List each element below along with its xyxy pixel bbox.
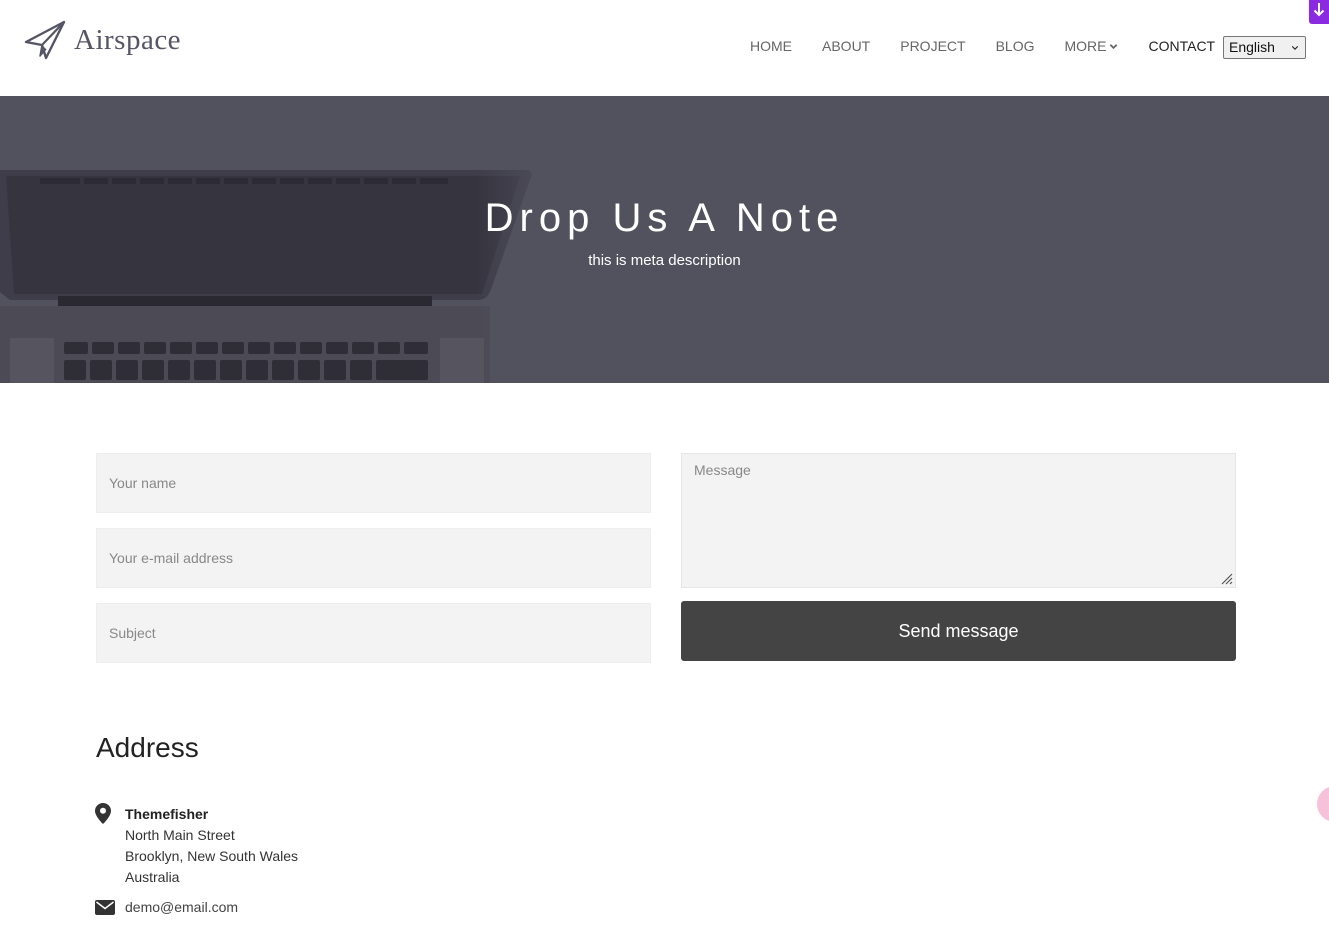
- nav-blog[interactable]: BLOG: [996, 38, 1035, 54]
- subject-input[interactable]: Subject: [96, 603, 651, 663]
- hero-title: Drop Us A Note: [484, 196, 845, 240]
- nav-contact[interactable]: CONTACT: [1148, 38, 1215, 54]
- map-pin-icon: [95, 803, 111, 824]
- select-chevron-icon: [1291, 46, 1299, 50]
- address-line-2: Brooklyn, New South Wales: [125, 848, 298, 864]
- corner-scroll-button[interactable]: [1309, 0, 1329, 24]
- paper-plane-icon: [24, 20, 66, 60]
- nav-project[interactable]: PROJECT: [900, 38, 965, 54]
- main-nav: HOME ABOUT PROJECT BLOG MORE CONTACT: [750, 38, 1245, 54]
- nav-more[interactable]: MORE: [1064, 38, 1118, 54]
- email-input[interactable]: Your e-mail address: [96, 528, 651, 588]
- nav-about[interactable]: ABOUT: [822, 38, 870, 54]
- hero-banner: Drop Us A Note this is meta description: [0, 96, 1329, 383]
- language-select[interactable]: English: [1223, 36, 1306, 59]
- brand-name: Airspace: [74, 23, 182, 56]
- send-message-button[interactable]: Send message: [681, 601, 1236, 661]
- envelope-icon: [95, 900, 115, 915]
- message-placeholder: Message: [694, 462, 751, 478]
- hero-subtitle: this is meta description: [588, 252, 741, 269]
- address-heading: Address: [96, 732, 199, 763]
- address-company: Themefisher: [125, 806, 209, 822]
- chevron-down-icon: [1110, 43, 1118, 49]
- language-select-value: English: [1229, 39, 1275, 55]
- name-input[interactable]: Your name: [96, 453, 651, 513]
- brand-logo[interactable]: Airspace: [24, 18, 181, 62]
- address-line-3: Australia: [125, 869, 180, 885]
- address-line-1: North Main Street: [125, 827, 235, 843]
- floating-chat-button[interactable]: [1317, 786, 1329, 822]
- nav-more-label: MORE: [1064, 38, 1107, 54]
- resize-grip-icon[interactable]: [1219, 571, 1233, 585]
- message-textarea[interactable]: Message: [681, 453, 1236, 588]
- nav-home[interactable]: HOME: [750, 38, 792, 54]
- site-header: Airspace HOME ABOUT PROJECT BLOG MORE CO…: [0, 0, 1329, 96]
- address-block: Themefisher North Main Street Brooklyn, …: [125, 804, 298, 888]
- arrow-down-icon: [1313, 3, 1325, 17]
- contact-email-link[interactable]: demo@email.com: [125, 898, 238, 916]
